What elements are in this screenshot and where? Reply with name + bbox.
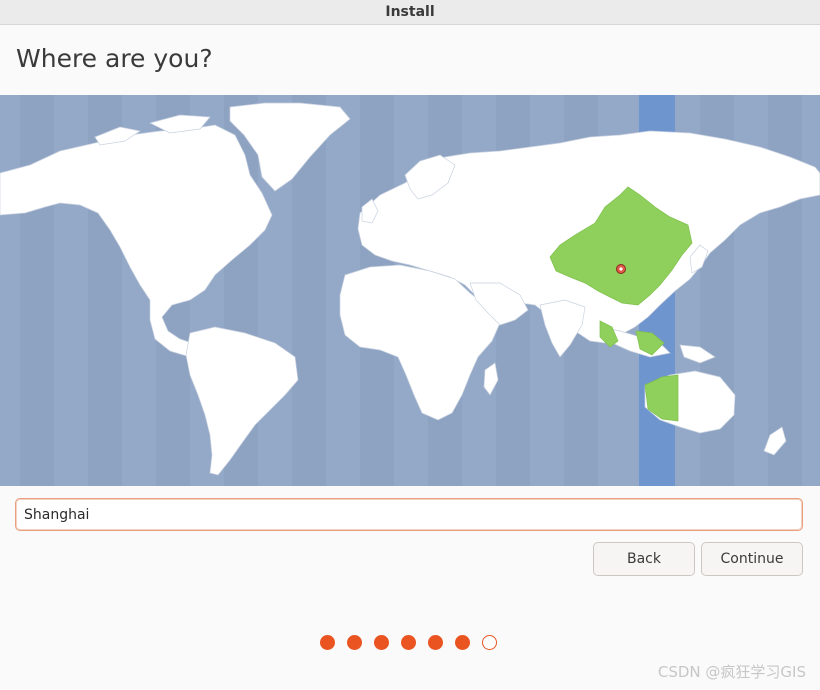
window-title: Install — [385, 4, 435, 20]
continue-button[interactable]: Continue — [701, 542, 803, 576]
progress-dot-done — [455, 635, 470, 650]
progress-dot-done — [428, 635, 443, 650]
world-map-svg[interactable] — [0, 95, 820, 486]
location-input[interactable] — [15, 498, 803, 531]
page-title: Where are you? — [16, 44, 213, 73]
progress-dot-done — [401, 635, 416, 650]
title-bar: Install — [0, 0, 820, 25]
progress-dot-pending — [482, 635, 497, 650]
watermark: CSDN @疯狂学习GIS — [657, 663, 806, 681]
progress-dot-done — [320, 635, 335, 650]
back-button[interactable]: Back — [593, 542, 695, 576]
progress-dot-done — [347, 635, 362, 650]
installer-window: Install Where are you? Shanghai Back Con… — [0, 0, 820, 690]
location-marker[interactable] — [616, 264, 626, 274]
progress-dot-done — [374, 635, 389, 650]
progress-indicator — [320, 635, 497, 650]
land-masses — [0, 102, 820, 476]
timezone-map[interactable] — [0, 95, 820, 486]
